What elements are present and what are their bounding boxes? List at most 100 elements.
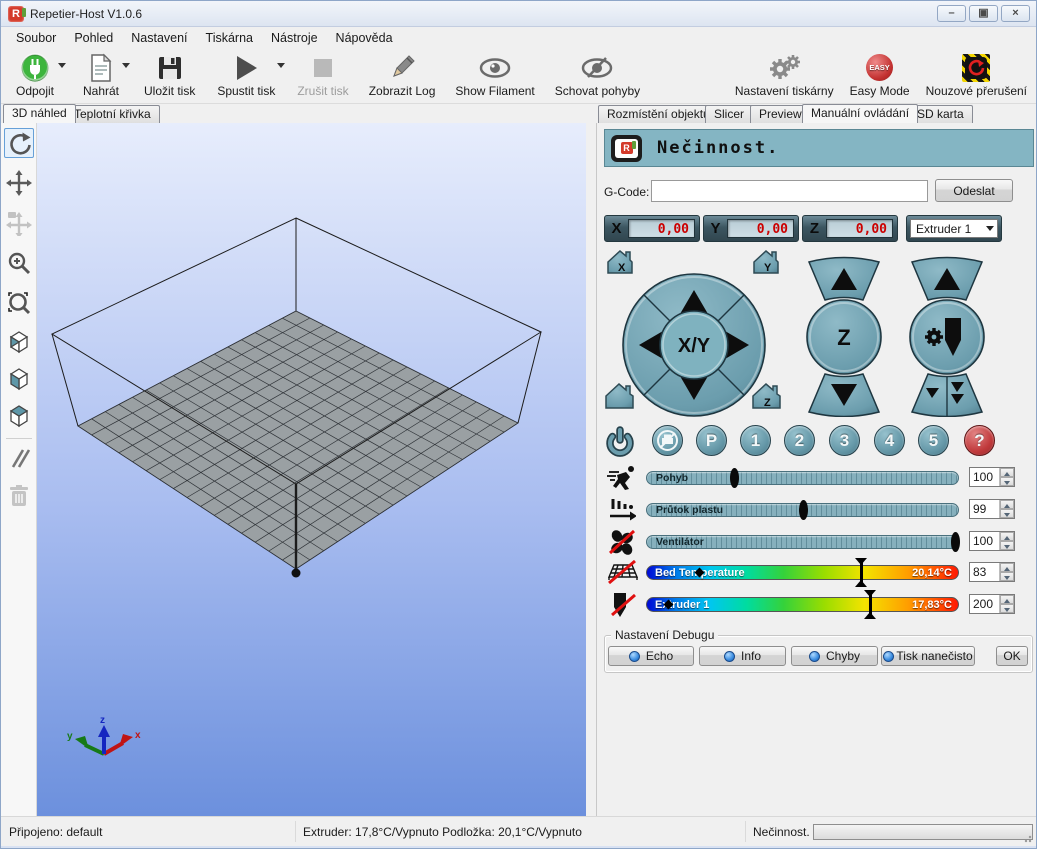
spinner-up-icon[interactable]: [1000, 500, 1014, 509]
spinner-down-icon[interactable]: [1000, 477, 1014, 486]
home-x-button[interactable]: X: [608, 251, 632, 274]
preset-5-button[interactable]: 5: [918, 425, 949, 456]
front-view-button[interactable]: [4, 363, 34, 393]
power-icon: [603, 425, 637, 457]
send-gcode-button[interactable]: Odeslat: [935, 179, 1013, 202]
move-icon: [6, 170, 32, 196]
printer-state: Nečinnost.: [753, 825, 810, 839]
extruder-select[interactable]: Extruder 1: [906, 215, 1002, 242]
menu-tiskarna[interactable]: Tiskárna: [197, 28, 262, 48]
home-z-button[interactable]: Z: [753, 384, 780, 409]
spinner-down-icon[interactable]: [1000, 541, 1014, 550]
preset-1-button[interactable]: 1: [740, 425, 771, 456]
tab-manualni-ovladani[interactable]: Manuální ovládání: [802, 104, 918, 123]
easy-mode-button[interactable]: EASY Easy Mode: [845, 48, 915, 103]
park-button[interactable]: P: [696, 425, 727, 456]
gcode-input[interactable]: [651, 180, 928, 202]
start-print-button[interactable]: Spustit tisk: [208, 48, 284, 103]
title-bar: R Repetier-Host V1.0.6 – ▣ ×: [1, 1, 1036, 27]
zoom-in-button[interactable]: [4, 248, 34, 278]
spinner-up-icon[interactable]: [1000, 595, 1014, 604]
menu-soubor[interactable]: Soubor: [7, 28, 65, 48]
top-view-button[interactable]: [4, 400, 34, 430]
flow-value-spinner[interactable]: 99: [969, 499, 1015, 519]
debug-errors-button[interactable]: Chyby: [791, 646, 878, 666]
zoom-fit-icon: [6, 290, 32, 316]
connection-status: Připojeno: default: [9, 825, 102, 839]
xy-pad[interactable]: X/Y: [623, 274, 765, 416]
debug-info-button[interactable]: Info: [699, 646, 786, 666]
cancel-print-icon: [311, 51, 335, 84]
menu-napoveda[interactable]: Nápověda: [327, 28, 402, 48]
fan-slider[interactable]: Ventilátor: [646, 535, 959, 549]
menu-nastroje[interactable]: Nástroje: [262, 28, 327, 48]
save-print-button[interactable]: Uložit tisk: [139, 48, 200, 103]
home-all-button[interactable]: [606, 384, 633, 408]
3d-viewport[interactable]: y x z: [37, 123, 586, 816]
extruder-pad[interactable]: [910, 258, 984, 418]
home-y-button[interactable]: Y: [754, 251, 778, 274]
help-button[interactable]: ?: [964, 425, 995, 456]
speed-value-spinner[interactable]: 100: [969, 467, 1015, 487]
hide-travel-button[interactable]: Schovat pohyby: [550, 48, 645, 103]
maximize-button[interactable]: ▣: [969, 5, 998, 22]
spinner-down-icon[interactable]: [1000, 604, 1014, 613]
fan-slider-thumb[interactable]: [951, 532, 960, 552]
debug-dry-run-button[interactable]: Tisk nanečisto: [881, 646, 975, 666]
menu-pohled[interactable]: Pohled: [65, 28, 122, 48]
show-log-button[interactable]: Zobrazit Log: [364, 48, 441, 103]
extruder-target-spinner[interactable]: 200: [969, 594, 1015, 614]
menu-nastaveni[interactable]: Nastavení: [122, 28, 196, 48]
rotate-view-button[interactable]: [4, 128, 34, 158]
extruder-temperature-slider[interactable]: Extruder 1 17,83°C: [646, 597, 959, 612]
connect-dropdown-arrow-icon[interactable]: [58, 63, 66, 68]
status-banner: R Nečinnost.: [604, 129, 1034, 167]
flow-slider[interactable]: Průtok plastu: [646, 503, 959, 517]
bed-target-spinner[interactable]: 83: [969, 562, 1015, 582]
svg-text:X: X: [618, 262, 626, 274]
connect-button[interactable]: Odpojit: [5, 48, 65, 103]
log-pencil-icon: [388, 51, 416, 84]
debug-ok-button[interactable]: OK: [996, 646, 1028, 666]
tab-teplotni-krivka[interactable]: Teplotní křivka: [65, 105, 160, 123]
load-button[interactable]: Nahrát: [73, 48, 129, 103]
load-file-icon: [88, 51, 114, 84]
zoom-fit-button[interactable]: [4, 288, 34, 318]
printer-settings-button[interactable]: Nastavení tiskárny: [730, 48, 839, 103]
close-button[interactable]: ×: [1001, 5, 1030, 22]
spinner-up-icon[interactable]: [1000, 468, 1014, 477]
spinner-up-icon[interactable]: [1000, 563, 1014, 572]
move-view-button[interactable]: [4, 168, 34, 198]
parallel-projection-button[interactable]: [4, 443, 34, 473]
power-button[interactable]: [603, 425, 634, 456]
emergency-stop-button[interactable]: Nouzové přerušení: [921, 48, 1032, 103]
flow-slider-thumb[interactable]: [799, 500, 808, 520]
panel-splitter[interactable]: [586, 123, 596, 816]
zoom-in-icon: [6, 250, 32, 276]
tab-slicer[interactable]: Slicer: [705, 105, 753, 123]
app-window: R Repetier-Host V1.0.6 – ▣ × Soubor Pohl…: [0, 0, 1037, 849]
spinner-down-icon[interactable]: [1000, 572, 1014, 581]
speed-slider[interactable]: Pohyb: [646, 471, 959, 485]
minimize-button[interactable]: –: [937, 5, 966, 22]
tab-3d-nahled[interactable]: 3D náhled: [3, 104, 76, 123]
resize-grip[interactable]: [1024, 833, 1034, 843]
spinner-up-icon[interactable]: [1000, 532, 1014, 541]
preset-3-button[interactable]: 3: [829, 425, 860, 456]
debug-echo-button[interactable]: Echo: [608, 646, 694, 666]
bed-temperature-thumb[interactable]: [855, 558, 868, 587]
isometric-view-button[interactable]: [4, 326, 34, 356]
extruder-temperature-thumb[interactable]: [864, 590, 877, 619]
print-progress-bar: [813, 824, 1033, 840]
preset-4-button[interactable]: 4: [874, 425, 905, 456]
show-filament-button[interactable]: Show Filament: [450, 48, 539, 103]
load-dropdown-arrow-icon[interactable]: [122, 63, 130, 68]
fan-value-spinner[interactable]: 100: [969, 531, 1015, 551]
bed-temperature-slider[interactable]: Bed Temperature 20,14°C: [646, 565, 959, 580]
preset-2-button[interactable]: 2: [784, 425, 815, 456]
no-print-toggle-button[interactable]: [652, 425, 683, 456]
tab-rozmisteni-objektu[interactable]: Rozmístění objektů: [598, 105, 719, 123]
start-print-dropdown-arrow-icon[interactable]: [277, 63, 285, 68]
spinner-down-icon[interactable]: [1000, 509, 1014, 518]
z-pad[interactable]: Z: [807, 258, 881, 417]
